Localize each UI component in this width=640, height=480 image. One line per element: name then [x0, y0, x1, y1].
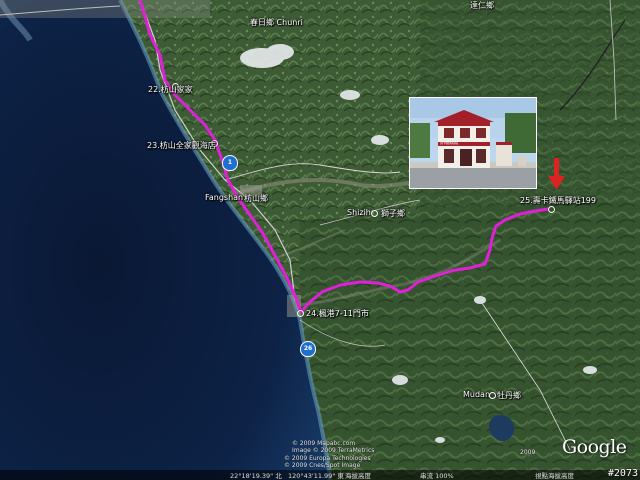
- streaming-status: 串流 100%: [420, 472, 454, 480]
- poi-marker[interactable]: [489, 392, 496, 399]
- label-fangshan-shop: 23.枋山全家觀海店: [147, 141, 216, 150]
- elevation-label: 海拔高度: [345, 472, 371, 480]
- label-shouka: 25.壽卡鐵馬驛站199: [520, 196, 596, 205]
- poi-marker[interactable]: [371, 210, 378, 217]
- credit-line: © 2009 Mapabc.com: [292, 440, 356, 447]
- label-shizi-zh: 獅子鄉: [381, 209, 405, 218]
- station-photo-image: [410, 98, 536, 188]
- station-photo-caption: 壽卡鐵馬驛站: [440, 141, 459, 145]
- label-shizi-en: Shizih: [347, 208, 371, 217]
- highway-shield-26: 26: [300, 341, 316, 357]
- label-mudan-en: Mudan: [463, 390, 491, 399]
- label-mudan-zh: 牡丹鄉: [497, 391, 521, 400]
- label-top-right: 達仁鄉: [470, 1, 494, 10]
- poi-marker[interactable]: [297, 310, 304, 317]
- label-chunri: 春日鄉 Chunri: [250, 18, 303, 27]
- terrain-layer: [0, 0, 640, 480]
- poi-marker[interactable]: [548, 206, 555, 213]
- status-bar: 22°18'19.39" 北 120°43'11.99" 東 海拔高度 串流 1…: [0, 470, 640, 480]
- label-fenggang: 24.楓港7-11門市: [306, 309, 369, 318]
- eye-altitude-label: 視點海拔高度: [535, 472, 574, 480]
- google-logo: Google: [562, 436, 627, 458]
- credit-line: © 2009 Europa Technologies: [284, 455, 371, 462]
- satellite-map[interactable]: 1 26 22.枋山家家 23.枋山全家觀海店 Fangshan 枋山鄉 Shi…: [0, 0, 640, 480]
- frame-id: #2073: [607, 468, 638, 479]
- label-jiaxin: 22.枋山家家: [148, 85, 193, 94]
- year-label: 2009: [520, 449, 536, 456]
- station-photo[interactable]: 壽卡鐵馬驛站: [409, 97, 537, 189]
- label-fangshan-zh: 枋山鄉: [244, 194, 268, 203]
- latitude-readout: 22°18'19.39" 北: [230, 472, 282, 480]
- credit-line: Image © 2009 TerraMetrics: [292, 447, 375, 454]
- highway-shield-1: 1: [222, 155, 238, 171]
- credit-line: © 2009 Cnes/Spot Image: [284, 462, 361, 469]
- label-fangshan-en: Fangshan: [205, 193, 244, 202]
- longitude-readout: 120°43'11.99" 東: [288, 472, 344, 480]
